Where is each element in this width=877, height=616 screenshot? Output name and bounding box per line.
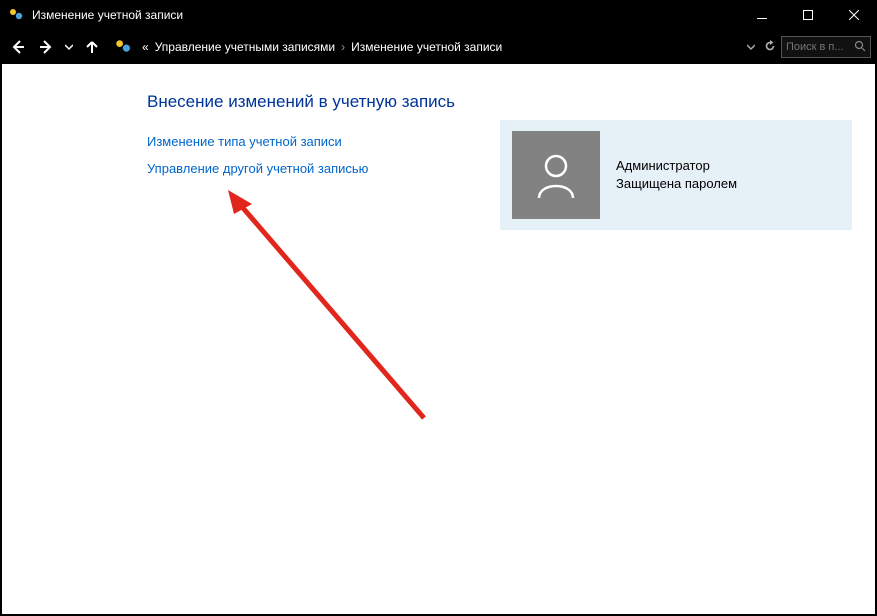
nav-row: « Управление учетными записями › Изменен… xyxy=(0,30,877,64)
search-icon[interactable] xyxy=(854,40,866,55)
search-input[interactable] xyxy=(786,41,854,53)
close-button[interactable] xyxy=(831,0,877,30)
page-heading: Внесение изменений в учетную запись xyxy=(147,92,875,112)
window-controls xyxy=(739,0,877,30)
change-account-type-link[interactable]: Изменение типа учетной записи xyxy=(147,134,342,149)
chevron-right-icon: › xyxy=(341,40,345,54)
up-button[interactable] xyxy=(80,35,104,59)
refresh-button[interactable] xyxy=(763,39,777,56)
breadcrumb-item[interactable]: Изменение учетной записи xyxy=(351,40,502,54)
search-box[interactable] xyxy=(781,36,871,58)
breadcrumb[interactable]: « Управление учетными записями › Изменен… xyxy=(140,35,735,59)
window-title: Изменение учетной записи xyxy=(32,8,739,22)
user-role: Администратор xyxy=(616,157,737,175)
breadcrumb-prefix: « xyxy=(142,40,149,54)
recent-dropdown-icon[interactable] xyxy=(62,35,76,59)
breadcrumb-item[interactable]: Управление учетными записями xyxy=(155,40,335,54)
breadcrumb-dropdown-icon[interactable] xyxy=(747,40,755,54)
minimize-button[interactable] xyxy=(739,0,785,30)
avatar xyxy=(512,131,600,219)
window-titlebar: Изменение учетной записи xyxy=(0,0,877,30)
app-icon xyxy=(8,7,24,23)
manage-other-account-link[interactable]: Управление другой учетной записью xyxy=(147,161,368,176)
maximize-button[interactable] xyxy=(785,0,831,30)
user-info: Администратор Защищена паролем xyxy=(616,157,737,193)
annotation-arrow xyxy=(4,128,504,528)
breadcrumb-icon xyxy=(114,38,132,56)
forward-button[interactable] xyxy=(34,35,58,59)
back-button[interactable] xyxy=(6,35,30,59)
user-protection: Защищена паролем xyxy=(616,175,737,193)
content-area: Внесение изменений в учетную запись Изме… xyxy=(2,64,875,614)
user-card[interactable]: Администратор Защищена паролем xyxy=(500,120,852,230)
